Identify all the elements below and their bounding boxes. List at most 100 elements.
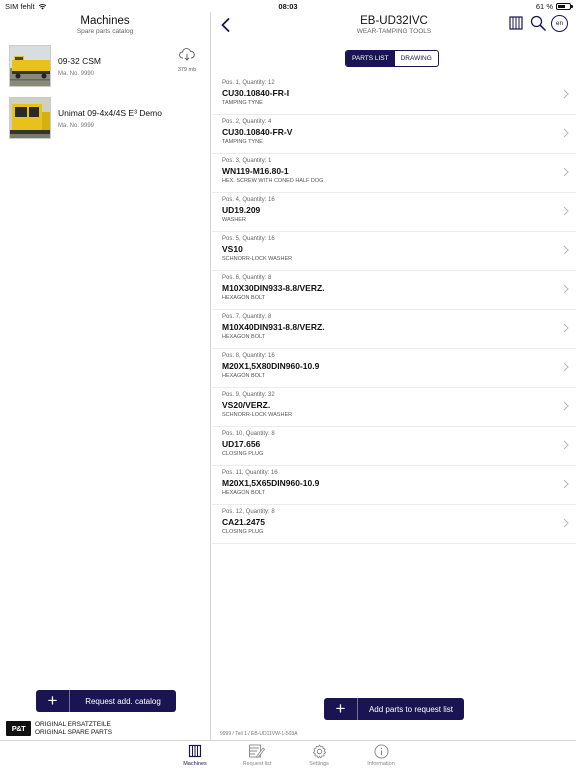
- back-button[interactable]: [218, 16, 232, 34]
- book-icon: [509, 16, 523, 30]
- part-description: SCHNORR-LOCK WASHER: [222, 412, 293, 418]
- part-row[interactable]: Pos. 2, Quantity: 4 CU30.10840-FR-V TAMPIN…: [212, 115, 576, 154]
- tab-label: Settings: [309, 761, 329, 767]
- tab-icon-wrap: [373, 743, 389, 759]
- part-position: Pos. 8, Quantity: 16: [222, 353, 275, 359]
- status-bar: SIM fehlt 08:03 61 %: [0, 0, 576, 12]
- part-number: CA21.2475: [222, 517, 266, 527]
- language-button[interactable]: en: [551, 14, 568, 32]
- part-position: Pos. 6, Quantity: 8: [222, 275, 272, 281]
- edit-list-icon: [249, 744, 265, 758]
- part-row[interactable]: Pos. 7, Quantity: 8 M10X40DIN931-8.8/VERZ…: [212, 310, 576, 349]
- tab-icon-wrap: [187, 743, 203, 759]
- part-description: HEXAGON BOLT: [222, 490, 265, 496]
- tab-drawing[interactable]: DRAWING: [395, 51, 438, 66]
- app-root: SIM fehlt 08:03 61 % Machines Spare part…: [0, 0, 576, 768]
- machine-item[interactable]: Unimat 09-4x4/4S E³ Demo Ma. No. 9999: [0, 92, 210, 144]
- part-row[interactable]: Pos. 10, Quantity: 8 UD17.656 CLOSING PLUG: [212, 427, 576, 466]
- part-position: Pos. 11, Quantity: 16: [222, 470, 278, 476]
- parts-panel: EB-UD32IVC WEAR-TAMPING TOOLS en PARTS L…: [212, 12, 576, 740]
- chevron-right-icon: [563, 128, 569, 138]
- part-number: UD19.209: [222, 205, 261, 215]
- part-row[interactable]: Pos. 6, Quantity: 8 M10X30DIN933-8.8/VERZ…: [212, 271, 576, 310]
- catalog-footnote: 9999 / Teil 1 / EB-UD11VW-1-503A: [220, 731, 298, 737]
- part-number: UD17.656: [222, 439, 261, 449]
- part-row[interactable]: Pos. 3, Quantity: 1 WN119-M16.80-1 HEX. SC…: [212, 154, 576, 193]
- part-position: Pos. 9, Quantity: 32: [222, 392, 275, 398]
- brand-block: P&T ORIGINAL ERSATZTEILE ORIGINAL SPARE …: [6, 721, 112, 736]
- brand-logo: P&T: [6, 721, 31, 736]
- part-description: TAMPING TYNE: [222, 139, 263, 145]
- battery-icon: [556, 2, 573, 10]
- chevron-right-icon: [563, 167, 569, 177]
- part-number: M10X40DIN931-8.8/VERZ.: [222, 322, 325, 332]
- part-row[interactable]: Pos. 5, Quantity: 16 VS10 SCHNORR-LOCK WAS…: [212, 232, 576, 271]
- search-button[interactable]: [529, 14, 547, 32]
- part-position: Pos. 7, Quantity: 8: [222, 314, 272, 320]
- part-number: M10X30DIN933-8.8/VERZ.: [222, 283, 325, 293]
- chevron-right-icon: [563, 89, 569, 99]
- machine-photo-icon: [10, 98, 50, 138]
- chevron-right-icon: [563, 245, 569, 255]
- part-number: WN119-M16.80-1: [222, 166, 289, 176]
- catalog-book-button[interactable]: [507, 14, 525, 32]
- parts-list: Pos. 1, Quantity: 12 CU30.10840-FR-I TAMPI…: [212, 76, 576, 544]
- tab-request-list[interactable]: Request list: [226, 741, 288, 768]
- tab-icon-wrap: [311, 743, 327, 759]
- machine-photo-icon: [10, 46, 50, 86]
- gear-icon: [312, 744, 326, 758]
- add-parts-label: Add parts to request list: [368, 704, 454, 714]
- header-actions: en: [507, 14, 568, 32]
- part-position: Pos. 1, Quantity: 12: [222, 80, 275, 86]
- chevron-right-icon: [563, 362, 569, 372]
- chevron-right-icon: [563, 284, 569, 294]
- request-catalog-button[interactable]: + Request add. catalog: [36, 690, 176, 712]
- machines-panel: Machines Spare parts catalog 09-32 CSM M…: [0, 12, 211, 740]
- part-description: TAMPING TYNE: [222, 100, 263, 106]
- status-right: 61 %: [535, 1, 573, 11]
- machine-number: Ma. No. 9990: [58, 70, 95, 77]
- machine-item[interactable]: 09-32 CSM Ma. No. 9990 379 mb: [0, 40, 210, 92]
- part-position: Pos. 12, Quantity: 8: [222, 509, 275, 515]
- tab-settings[interactable]: Settings: [288, 741, 350, 768]
- tab-information[interactable]: Information: [350, 741, 412, 768]
- part-position: Pos. 2, Quantity: 4: [222, 119, 272, 125]
- brand-text: ORIGINAL ERSATZTEILE ORIGINAL SPARE PART…: [35, 721, 112, 736]
- tab-parts-list[interactable]: PARTS LIST: [346, 51, 395, 66]
- chevron-right-icon: [563, 323, 569, 333]
- status-time: 08:03: [278, 1, 298, 11]
- book-icon: [188, 744, 202, 758]
- battery-percent: 61 %: [535, 1, 553, 11]
- part-number: CU30.10840-FR-I: [222, 88, 290, 98]
- status-left: SIM fehlt: [5, 2, 47, 11]
- part-row[interactable]: Pos. 12, Quantity: 8 CA21.2475 CLOSING PLU…: [212, 505, 576, 544]
- tab-machines[interactable]: Machines: [164, 741, 226, 768]
- view-segmented-control: PARTS LIST DRAWING: [345, 50, 439, 67]
- machine-thumbnail: [9, 97, 51, 139]
- part-number: M20X1,5X65DIN960-10.9: [222, 478, 320, 488]
- part-number: CU30.10840-FR-V: [222, 127, 293, 137]
- part-number: M20X1,5X80DIN960-10.9: [222, 361, 320, 371]
- chevron-left-icon: [221, 18, 229, 32]
- chevron-right-icon: [563, 401, 569, 411]
- part-description: SCHNORR-LOCK WASHER: [222, 256, 293, 262]
- add-parts-button[interactable]: + Add parts to request list: [324, 698, 464, 720]
- tab-label: Request list: [242, 761, 272, 767]
- part-description: HEXAGON BOLT: [222, 373, 265, 379]
- part-description: HEXAGON BOLT: [222, 295, 265, 301]
- part-row[interactable]: Pos. 8, Quantity: 16 M20X1,5X80DIN960-10.…: [212, 349, 576, 388]
- part-row[interactable]: Pos. 11, Quantity: 16 M20X1,5X65DIN960-10…: [212, 466, 576, 505]
- machines-subtitle: Spare parts catalog: [76, 28, 134, 35]
- cloud-download-icon: [179, 48, 195, 61]
- machine-list: 09-32 CSM Ma. No. 9990 379 mb Unimat 09-…: [0, 40, 210, 144]
- tab-label: Machines: [183, 761, 207, 767]
- machine-info: Unimat 09-4x4/4S E³ Demo Ma. No. 9999: [58, 108, 162, 129]
- tab-label: Information: [367, 761, 395, 767]
- tab-bar: Machines Request list Settings Informati…: [0, 740, 576, 768]
- machine-name: 09-32 CSM: [58, 55, 101, 66]
- tab-icon-wrap: [249, 743, 265, 759]
- part-row[interactable]: Pos. 9, Quantity: 32 VS20/VERZ. SCHNORR-LO…: [212, 388, 576, 427]
- part-row[interactable]: Pos. 4, Quantity: 16 UD19.209 WASHER: [212, 193, 576, 232]
- download-button[interactable]: 379 mb: [172, 48, 202, 73]
- part-row[interactable]: Pos. 1, Quantity: 12 CU30.10840-FR-I TAMPI…: [212, 76, 576, 115]
